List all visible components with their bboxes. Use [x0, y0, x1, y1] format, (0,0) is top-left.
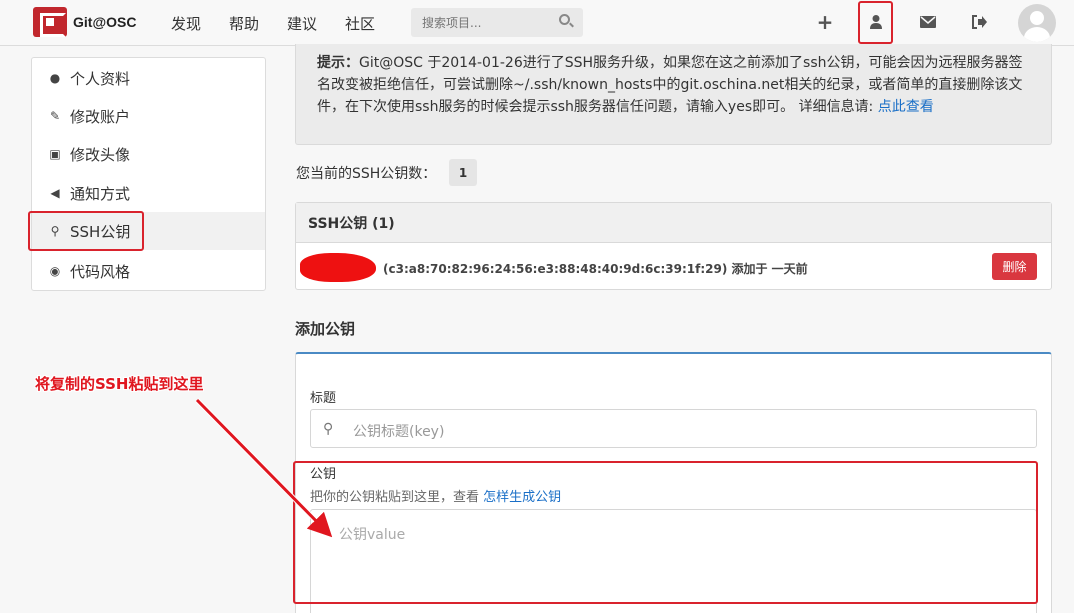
mail-icon[interactable]: [917, 11, 939, 33]
brand-logo[interactable]: Git@OSC: [33, 7, 136, 37]
key-icon: ⚲: [323, 421, 334, 437]
delete-key-button[interactable]: 删除: [992, 253, 1037, 280]
sidebar-item-label: 代码风格: [70, 262, 131, 281]
settings-sidebar: ● 个人资料 ✎ 修改账户 ▣ 修改头像 ◀ 通知方式 ⚲ SSH公钥 ◉ 代码…: [31, 57, 266, 291]
redacted-key-title: [300, 253, 376, 282]
search-input[interactable]: [411, 8, 583, 37]
key-title-input[interactable]: ⚲ 公钥标题(key): [310, 409, 1037, 448]
user-icon: ●: [49, 71, 61, 85]
sidebar-item-label: 修改账户: [70, 107, 131, 126]
annotation-text: 将复制的SSH粘贴到这里: [35, 375, 204, 393]
logo-mark-icon: [33, 7, 67, 37]
sidebar-item-label: 通知方式: [70, 184, 131, 203]
nav-suggest[interactable]: 建议: [287, 13, 317, 34]
brand-name: Git@OSC: [73, 14, 137, 30]
sidebar-item-avatar[interactable]: ▣ 修改头像: [32, 135, 265, 173]
ssh-keys-panel: SSH公钥 (1) (c3:a8:70:82:96:24:56:e3:88:48…: [295, 202, 1052, 290]
ssh-highlight-box: [28, 211, 144, 251]
key-count-label: 您当前的SSH公钥数：: [296, 166, 437, 182]
sidebar-item-label: 修改头像: [70, 145, 131, 164]
user-icon[interactable]: [865, 11, 887, 33]
sidebar-item-code-style[interactable]: ◉ 代码风格: [32, 252, 265, 290]
nav-discover[interactable]: 发现: [171, 13, 201, 34]
avatar[interactable]: [1018, 4, 1056, 42]
key-field-highlight-box: [293, 461, 1038, 604]
pencil-icon: ✎: [49, 109, 61, 123]
add-key-title: 添加公钥: [295, 320, 356, 338]
key-fingerprint: (c3:a8:70:82:96:24:56:e3:88:48:40:9d:6c:…: [383, 262, 808, 276]
notice-details-link[interactable]: 点此查看: [878, 99, 934, 115]
logout-icon[interactable]: [968, 11, 990, 33]
dashboard-icon: ◉: [49, 264, 61, 278]
nav-community[interactable]: 社区: [345, 13, 375, 34]
volume-icon: ◀: [50, 186, 60, 200]
main-nav: 发现 帮助 建议 社区: [171, 13, 375, 34]
nav-help[interactable]: 帮助: [229, 13, 259, 34]
search-icon[interactable]: [559, 14, 570, 25]
key-count-badge: 1: [449, 159, 477, 186]
key-title-placeholder: 公钥标题(key): [353, 424, 445, 440]
ssh-upgrade-notice: 提示：Git@OSC 于2014-01-26进行了SSH服务升级，如果您在这之前…: [295, 44, 1052, 145]
title-label: 标题: [310, 391, 337, 406]
top-navbar: Git@OSC 发现 帮助 建议 社区 +: [0, 0, 1074, 46]
sidebar-item-profile[interactable]: ● 个人资料: [32, 59, 265, 97]
sidebar-item-account[interactable]: ✎ 修改账户: [32, 97, 265, 135]
sidebar-item-label: 个人资料: [70, 69, 131, 88]
camera-icon: ▣: [49, 147, 61, 161]
plus-icon[interactable]: +: [814, 10, 836, 34]
notice-prefix: 提示：: [317, 55, 359, 71]
panel-title: SSH公钥 (1): [296, 203, 1051, 243]
sidebar-item-notifications[interactable]: ◀ 通知方式: [32, 174, 265, 212]
